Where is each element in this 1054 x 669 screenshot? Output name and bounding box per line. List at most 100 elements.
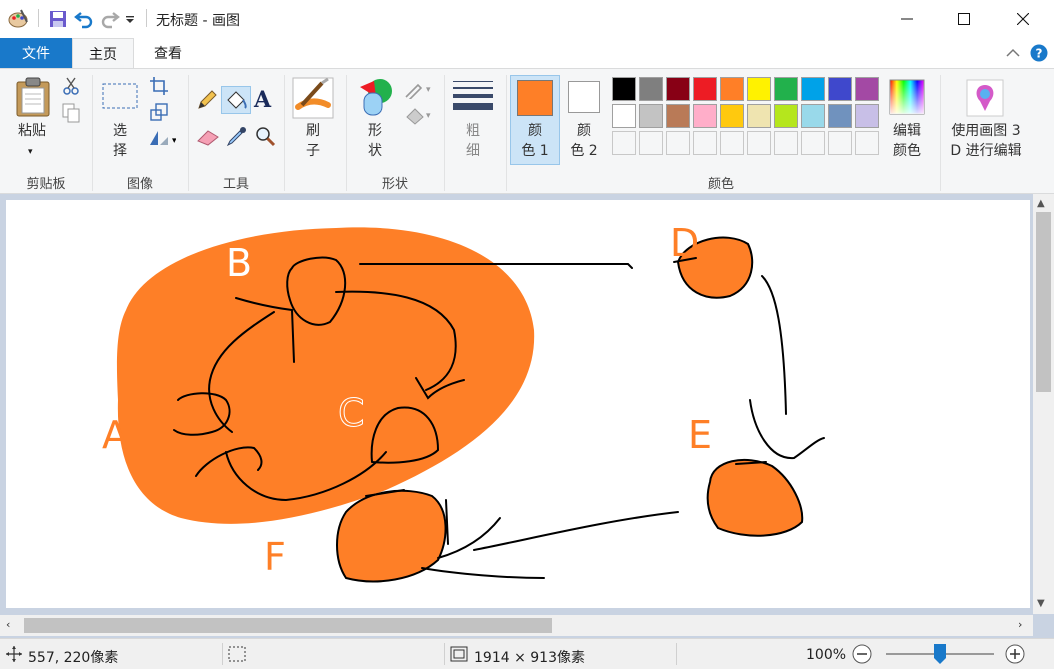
fill-shape-icon[interactable]: ▾ xyxy=(404,107,434,129)
custom-color-slot[interactable] xyxy=(720,131,744,155)
palette-swatch[interactable] xyxy=(855,77,879,101)
copy-icon[interactable] xyxy=(62,103,80,127)
shapes-button-label[interactable]: 形 状 xyxy=(360,121,390,161)
minimize-icon[interactable] xyxy=(884,0,930,38)
paste-button-label[interactable]: 粘贴 xyxy=(10,121,54,141)
palette-swatch[interactable] xyxy=(639,77,663,101)
palette-swatch[interactable] xyxy=(666,77,690,101)
eraser-icon[interactable] xyxy=(196,127,220,151)
palette-swatch[interactable] xyxy=(612,104,636,128)
cut-icon[interactable] xyxy=(62,77,80,99)
svg-text:▾: ▾ xyxy=(426,111,431,121)
tab-home[interactable]: 主页 xyxy=(72,38,134,69)
custom-color-slot[interactable] xyxy=(693,131,717,155)
svg-text:▾: ▾ xyxy=(426,85,431,95)
size-icon[interactable] xyxy=(452,79,494,117)
magnifier-icon[interactable] xyxy=(254,125,276,151)
scroll-up-icon[interactable]: ▲ xyxy=(1037,198,1045,209)
palette-swatch[interactable] xyxy=(693,77,717,101)
tab-view[interactable]: 查看 xyxy=(138,38,198,68)
dropdown-caret-icon[interactable] xyxy=(122,8,138,32)
palette-swatch[interactable] xyxy=(693,104,717,128)
palette-swatch[interactable] xyxy=(747,104,771,128)
palette-swatch[interactable] xyxy=(747,77,771,101)
zoom-in-icon[interactable] xyxy=(1005,644,1025,668)
brushes-button-label[interactable]: 刷 子 xyxy=(298,121,328,161)
scroll-left-icon[interactable]: ‹ xyxy=(6,618,10,631)
fill-icon[interactable] xyxy=(221,86,251,114)
palette-swatch[interactable] xyxy=(774,77,798,101)
paint-palette-icon[interactable] xyxy=(6,7,30,31)
drawing-canvas[interactable]: A B C D E F xyxy=(6,200,1030,608)
palette-swatch[interactable] xyxy=(828,77,852,101)
custom-color-slot[interactable] xyxy=(747,131,771,155)
ribbon-tabs: 文件 主页 查看 ? xyxy=(0,38,1054,69)
label-a: A xyxy=(102,413,128,457)
group-separator xyxy=(940,75,941,191)
palette-swatch[interactable] xyxy=(639,104,663,128)
clipboard-group-label: 剪贴板 xyxy=(26,177,66,192)
cursor-position-icon xyxy=(6,646,22,666)
redo-icon[interactable] xyxy=(98,7,122,31)
palette-swatch[interactable] xyxy=(720,104,744,128)
label-c: C xyxy=(338,391,365,435)
blob-f xyxy=(336,489,447,583)
custom-color-slot[interactable] xyxy=(612,131,636,155)
palette-swatch[interactable] xyxy=(612,77,636,101)
custom-color-slot[interactable] xyxy=(639,131,663,155)
custom-color-slot[interactable] xyxy=(855,131,879,155)
large-orange-blob xyxy=(116,227,535,524)
paint3d-label[interactable]: 使用画图 3 D 进行编辑 xyxy=(944,121,1028,161)
palette-swatch[interactable] xyxy=(801,77,825,101)
select-icon[interactable] xyxy=(102,83,138,113)
palette-swatch[interactable] xyxy=(720,77,744,101)
undo-icon[interactable] xyxy=(72,7,96,31)
collapse-ribbon-icon[interactable] xyxy=(1006,46,1020,62)
size-button-label[interactable]: 粗 细 xyxy=(458,121,488,161)
custom-color-slot[interactable] xyxy=(666,131,690,155)
pencil-icon[interactable] xyxy=(196,89,218,115)
zoom-slider-thumb[interactable] xyxy=(934,644,946,664)
color2-swatch[interactable] xyxy=(568,81,600,113)
paste-dropdown-icon[interactable]: ▾ xyxy=(28,147,33,157)
maximize-icon[interactable] xyxy=(941,0,987,38)
palette-swatch[interactable] xyxy=(855,104,879,128)
color-picker-icon[interactable] xyxy=(226,125,248,151)
group-separator xyxy=(444,75,445,191)
custom-color-slot[interactable] xyxy=(774,131,798,155)
help-icon[interactable]: ? xyxy=(1030,44,1048,66)
edit-colors-icon[interactable] xyxy=(889,79,925,119)
shapes-group-label: 形状 xyxy=(381,177,408,192)
crop-icon[interactable] xyxy=(150,77,168,99)
palette-swatch[interactable] xyxy=(666,104,690,128)
paint3d-icon[interactable] xyxy=(966,79,1004,121)
outline-icon[interactable]: ▾ xyxy=(404,81,434,103)
qa-divider xyxy=(146,9,147,27)
rotate-icon[interactable]: ▾ xyxy=(148,129,177,151)
palette-swatch[interactable] xyxy=(828,104,852,128)
save-icon[interactable] xyxy=(46,7,70,31)
scroll-down-icon[interactable]: ▼ xyxy=(1037,598,1045,609)
zoom-out-icon[interactable] xyxy=(852,644,872,668)
horizontal-scroll-thumb[interactable] xyxy=(24,618,552,633)
tools-group-label: 工具 xyxy=(222,177,249,192)
paste-icon[interactable] xyxy=(14,77,52,121)
text-tool-icon[interactable]: A xyxy=(254,87,271,113)
brush-icon[interactable] xyxy=(292,77,334,123)
vertical-scroll-thumb[interactable] xyxy=(1036,212,1051,392)
custom-color-slot[interactable] xyxy=(801,131,825,155)
custom-color-slot[interactable] xyxy=(828,131,852,155)
tab-file[interactable]: 文件 xyxy=(0,38,72,68)
title-bar: 无标题 - 画图 xyxy=(0,0,1054,38)
resize-icon[interactable] xyxy=(150,103,168,125)
palette-swatch[interactable] xyxy=(801,104,825,128)
palette-swatch[interactable] xyxy=(774,104,798,128)
select-button-label[interactable]: 选 择 xyxy=(100,121,140,161)
shapes-icon[interactable] xyxy=(354,77,396,123)
edit-colors-label[interactable]: 编辑 颜色 xyxy=(882,121,932,161)
color2-label[interactable]: 颜 色 2 xyxy=(560,121,608,161)
scroll-right-icon[interactable]: › xyxy=(1018,618,1022,631)
status-bar: 557, 220像素 1914 × 913像素 100% xyxy=(0,638,1054,669)
close-icon[interactable] xyxy=(1000,0,1046,38)
svg-text:?: ? xyxy=(1036,47,1043,61)
